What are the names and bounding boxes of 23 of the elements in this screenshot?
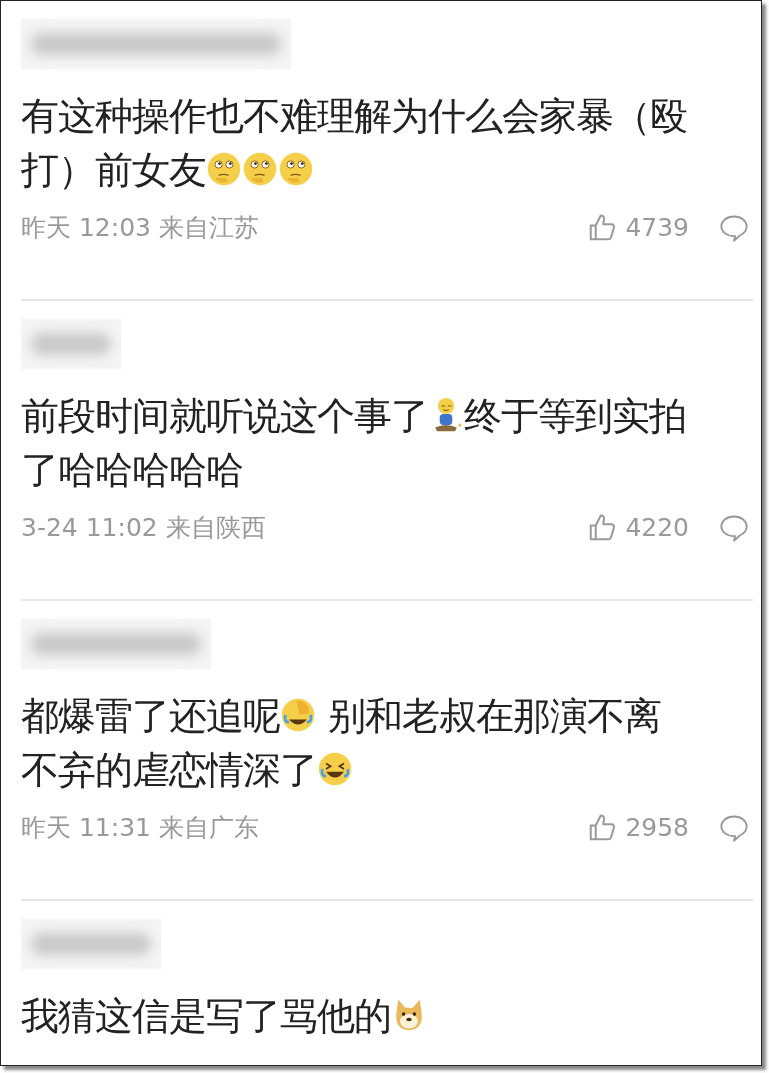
smiley-emoji-icon [206,151,242,187]
smiley-emoji-icon [280,697,316,733]
comment-text: 别和老叔在那演不离 [328,694,661,738]
like-button[interactable]: 2958 [587,812,689,843]
comment-text: 都爆雷了还追呢 [21,694,280,738]
comment-text: 终于等到实拍 [464,394,686,438]
thumbs-up-icon [587,212,618,243]
smiley-emoji-icon [242,151,278,187]
like-button[interactable]: 4739 [587,212,689,243]
comment-text: 打）前女友 [21,148,206,192]
like-button[interactable]: 4220 [587,512,689,543]
comment-time-location: 昨天 11:31 来自广东 [21,812,259,844]
thumbs-up-icon [587,512,618,543]
comment-time-location: 3-24 11:02 来自陕西 [21,512,266,544]
smiley-emoji-icon [317,751,353,787]
comment-text: 前段时间就听说这个事了 [21,394,428,438]
comment-text: 有这种操作也不难理解为什么会家暴（殴 [21,94,687,138]
comment-text: 我猜这信是写了骂他的 [21,994,391,1038]
thumbs-up-icon [587,812,618,843]
comment-time-location: 昨天 12:03 来自江苏 [21,212,259,244]
smiley-emoji-icon [278,151,314,187]
comment-text: 不弃的虐恋情深了 [21,748,317,792]
comment-text: 了哈哈哈哈哈 [21,448,243,492]
